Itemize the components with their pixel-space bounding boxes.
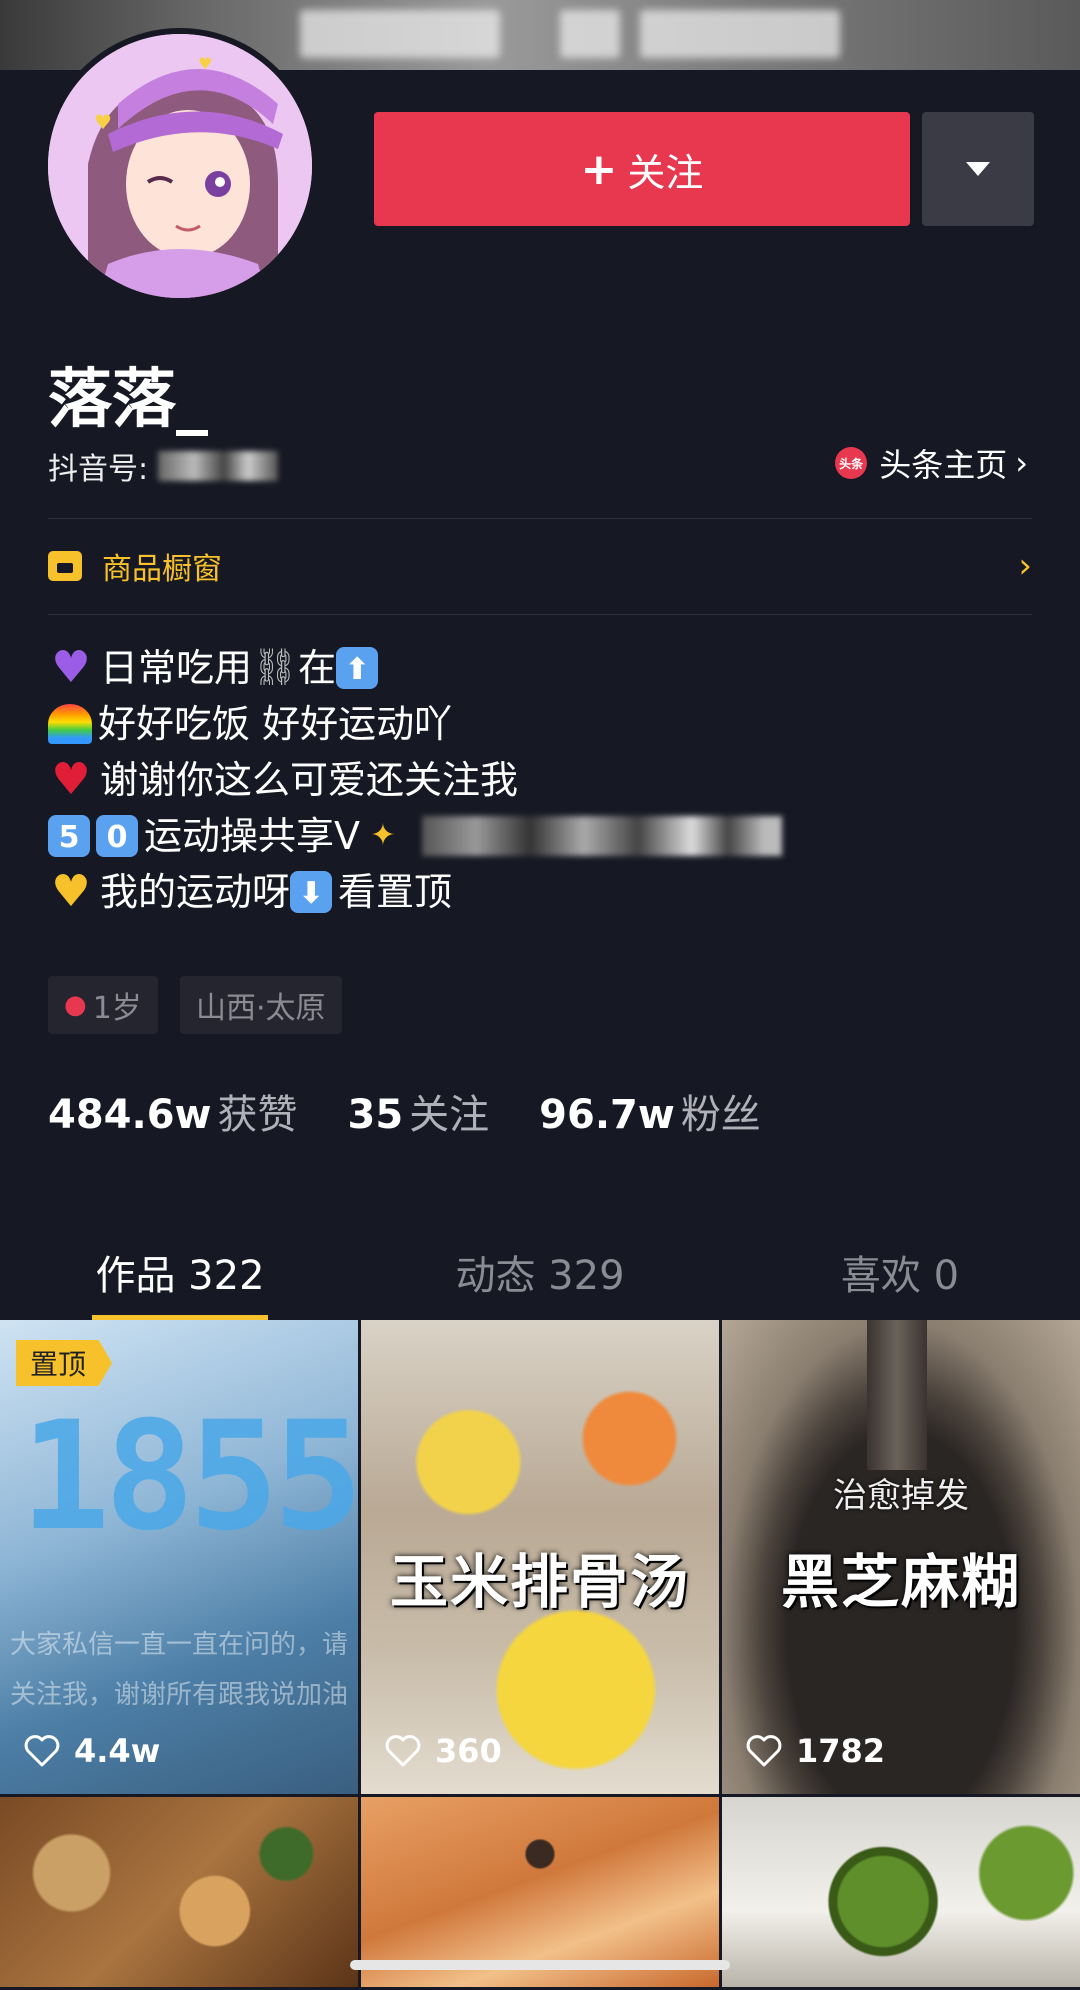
video-title: 黑芝麻糊 [780,1548,1021,1616]
svg-text:♥: ♥ [94,110,112,134]
location-tag: 山西·太原 [180,976,342,1034]
shop-window-row[interactable]: 商品橱窗 › [48,544,1032,588]
followers-count[interactable]: 96.7w [539,1092,675,1138]
purple-heart-icon: ♥ [51,642,91,693]
avatar[interactable]: ♥ ♥ [42,28,318,304]
home-indicator [350,1960,730,1970]
video-like-count: 4.4w [24,1732,160,1770]
bio-line: ♥ 谢谢你这么可爱还关注我 [48,752,782,808]
bio-text: 运动操共享V [144,814,360,858]
bio-redacted [422,816,782,856]
plus-icon: + [580,143,618,195]
age-tag-label: 1岁 [92,991,142,1026]
likes-label[interactable]: 获赞 [217,1082,297,1140]
more-options-button[interactable] [922,112,1034,226]
toutiao-link-label: 头条主页 [879,446,1008,484]
link-icon: ⛓ [252,647,298,688]
follow-button[interactable]: + 关注 [374,112,910,226]
heart-outline-icon [24,1735,60,1767]
video-thumbnail[interactable] [361,1797,719,1987]
video-like-count: 1782 [746,1732,885,1770]
toutiao-logo-icon: 头条 [835,447,868,479]
tab-likes[interactable]: 喜欢 0 [720,1222,1080,1322]
yellow-heart-icon: ♥ [51,866,91,917]
bio-text: 我的运动呀 [100,870,291,914]
following-label[interactable]: 关注 [409,1082,489,1140]
sparkle-icon: ✦ [370,818,396,853]
bio-line: 好好吃饭 好好运动吖 [48,696,782,752]
douyin-id: 抖音号: [48,444,279,488]
douyin-id-value-redacted [158,451,279,481]
dropdown-triangle-icon [966,162,990,176]
tab-dynamics[interactable]: 动态 329 [360,1222,720,1322]
content-tabs: 作品 322 动态 329 喜欢 0 [0,1222,1080,1322]
bio-line: ♥ 我的运动呀 ⬇ 看置顶 [48,864,782,920]
video-thumbnail[interactable] [0,1797,358,1987]
video-title: 玉米排骨汤 [389,1548,690,1616]
divider [48,614,1032,615]
scale-display: 1855 [20,1390,358,1564]
bio-text: 看置顶 [338,870,453,914]
like-count-text: 1782 [796,1732,886,1770]
douyin-id-label: 抖音号: [48,452,149,487]
blender-stick [867,1320,927,1470]
svg-text:♥: ♥ [198,54,212,73]
heart-outline-icon [746,1735,782,1767]
toutiao-homepage-link[interactable]: 头条 头条主页 › [835,440,1028,486]
age-tag: ● 1岁 [48,976,158,1034]
video-thumbnail[interactable]: 玉米排骨汤 360 [361,1320,719,1794]
location-tag-label: 山西·太原 [196,991,326,1026]
tab-works[interactable]: 作品 322 [0,1222,360,1322]
divider [48,518,1032,519]
followers-label[interactable]: 粉丝 [681,1082,761,1140]
red-heart-icon: ♥ [51,754,91,805]
chevron-right-icon: › [1018,546,1032,586]
person-icon: ● [64,990,87,1020]
stats-row: 484.6w 获赞 35 关注 96.7w 粉丝 [48,1082,811,1140]
video-thumbnail[interactable] [722,1797,1080,1987]
rainbow-icon [48,704,92,744]
keycap-digit-icon: 0 [96,815,138,857]
video-like-count: 360 [385,1732,502,1770]
bio: ♥ 日常吃用 ⛓ 在 ⬆ 好好吃饭 好好运动吖 ♥ 谢谢你这么可爱还关注我 5 … [48,640,782,920]
like-count-text: 4.4w [74,1732,161,1770]
heart-outline-icon [385,1735,421,1767]
following-count[interactable]: 35 [347,1092,403,1138]
like-count-text: 360 [435,1732,502,1770]
video-subtitle: 治愈掉发 [833,1476,969,1516]
shop-window-label: 商品橱窗 [102,552,222,587]
video-thumbnail[interactable]: 1855 大家私信一直一直在问的，请关注我，谢谢所有跟我说加油 置顶 4.4w [0,1320,358,1794]
bio-text: 日常吃用 [100,646,253,690]
down-arrow-icon: ⬇ [290,871,333,913]
bio-line: ♥ 日常吃用 ⛓ 在 ⬆ [48,640,782,696]
bio-line: 5 0 运动操共享V ✦ [48,808,782,864]
shop-icon [48,551,82,581]
up-arrow-icon: ⬆ [336,647,379,689]
likes-count[interactable]: 484.6w [48,1092,211,1138]
pinned-badge: 置顶 [16,1340,113,1386]
bio-text: 好好吃饭 好好运动吖 [98,702,453,746]
chevron-right-icon: › [1015,444,1028,482]
video-grid: 1855 大家私信一直一直在问的，请关注我，谢谢所有跟我说加油 置顶 4.4w … [0,1320,1080,1987]
keycap-digit-icon: 5 [48,815,90,857]
follow-button-label: 关注 [627,150,704,195]
video-thumbnail[interactable]: 治愈掉发 黑芝麻糊 1782 [722,1320,1080,1794]
bio-text: 谢谢你这么可爱还关注我 [100,758,519,802]
nickname: 落落_ [48,363,208,437]
video-overlay-text: 大家私信一直一直在问的，请关注我，谢谢所有跟我说加油 [10,1630,349,1710]
bio-text: 在 [298,646,337,690]
